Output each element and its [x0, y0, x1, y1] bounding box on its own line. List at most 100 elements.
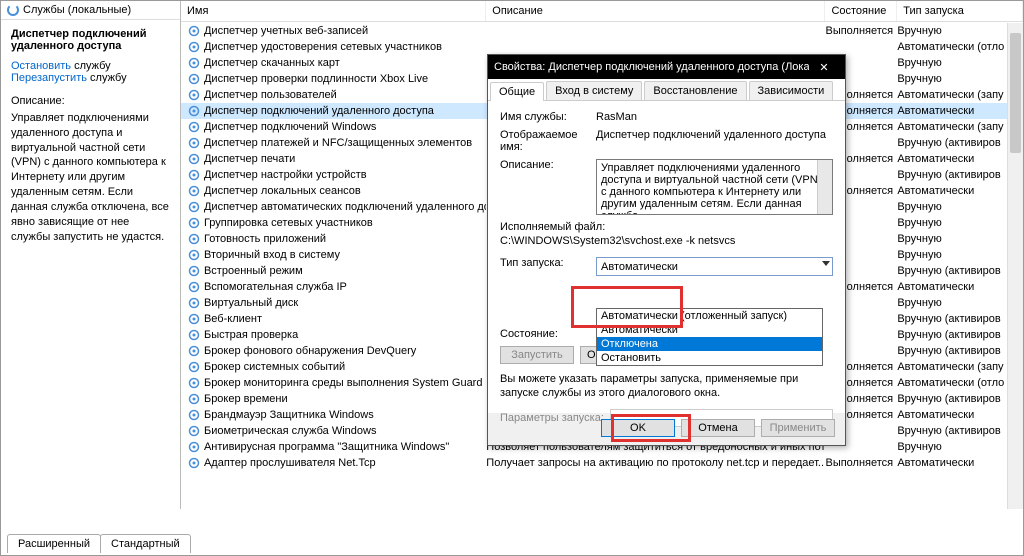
cell-name: Брокер времени [204, 393, 486, 405]
cell-desc: Получает запросы на активацию по протоко… [486, 457, 825, 469]
ok-button[interactable]: OK [601, 419, 675, 437]
cell-startup: Вручную (активиров [897, 425, 1023, 437]
lbl-params: Параметры запуска: [500, 412, 610, 424]
gear-icon [187, 264, 201, 278]
bottom-tabs: Расширенный Стандартный [7, 534, 190, 553]
cell-startup: Автоматически [897, 185, 1023, 197]
gear-icon [187, 248, 201, 262]
cell-startup: Автоматически (отло [897, 377, 1023, 389]
dialog-title-text: Свойства: Диспетчер подключений удаленно… [494, 61, 809, 73]
val-dispname: Диспетчер подключений удаленного доступа [596, 129, 833, 141]
gear-icon [187, 280, 201, 294]
col-state[interactable]: Состояние [825, 1, 897, 21]
cell-name: Брокер мониторинга среды выполнения Syst… [204, 377, 486, 389]
table-row[interactable]: Диспетчер удостоверения сетевых участник… [181, 39, 1023, 55]
col-name[interactable]: Имя [181, 1, 486, 21]
cell-startup: Вручную [897, 217, 1023, 229]
dlg-tab-general[interactable]: Общие [490, 82, 544, 101]
gear-icon [187, 328, 201, 342]
cell-name: Группировка сетевых участников [204, 217, 486, 229]
cell-name: Брокер фонового обнаружения DevQuery [204, 345, 486, 357]
gear-icon [187, 56, 201, 70]
left-pane-header: Службы (локальные) [1, 1, 180, 20]
cell-state: Выполняется [825, 457, 897, 469]
opt-auto[interactable]: Автоматически [597, 323, 822, 337]
dlg-tab-deps[interactable]: Зависимости [749, 81, 834, 100]
cell-startup: Автоматически [897, 409, 1023, 421]
stop-link[interactable]: Остановить [11, 60, 71, 72]
cancel-button[interactable]: Отмена [681, 419, 755, 437]
apply-button[interactable]: Применить [761, 419, 835, 437]
gear-icon [187, 424, 201, 438]
start-button[interactable]: Запустить [500, 346, 574, 364]
dialog-titlebar[interactable]: Свойства: Диспетчер подключений удаленно… [488, 55, 845, 79]
cell-startup: Вручную [897, 25, 1023, 37]
desc-scrollbar[interactable] [817, 160, 832, 214]
cell-name: Готовность приложений [204, 233, 486, 245]
gear-icon [187, 168, 201, 182]
cell-name: Диспетчер пользователей [204, 89, 486, 101]
gear-icon [187, 104, 201, 118]
lbl-dispname: Отображаемое имя: [500, 129, 596, 153]
gear-icon [187, 296, 201, 310]
cell-name: Диспетчер локальных сеансов [204, 185, 486, 197]
desc-box[interactable]: Управляет подключениями удаленного досту… [596, 159, 833, 215]
dlg-tab-logon[interactable]: Вход в систему [546, 81, 642, 100]
table-row[interactable]: Адаптер прослушивателя Net.TcpПолучает з… [181, 455, 1023, 471]
cell-startup: Вручную (активиров [897, 345, 1023, 357]
cell-startup: Автоматически (отло [897, 41, 1023, 53]
cell-startup: Вручную (активиров [897, 265, 1023, 277]
gear-icon [187, 232, 201, 246]
cell-startup: Автоматически [897, 281, 1023, 293]
cell-startup: Вручную [897, 233, 1023, 245]
lbl-exe: Исполняемый файл: [500, 221, 605, 233]
cell-name: Диспетчер удостоверения сетевых участник… [204, 41, 486, 53]
gear-icon [187, 392, 201, 406]
cell-name: Быстрая проверка [204, 329, 486, 341]
cell-startup: Автоматически (запу [897, 121, 1023, 133]
cell-startup: Автоматически [897, 105, 1023, 117]
opt-stop[interactable]: Остановить [597, 351, 822, 365]
col-desc[interactable]: Описание [486, 1, 825, 21]
cell-startup: Вручную [897, 73, 1023, 85]
scrollbar[interactable] [1007, 23, 1023, 509]
tab-extended[interactable]: Расширенный [7, 534, 101, 553]
gear-icon [187, 408, 201, 422]
startup-dropdown[interactable]: Автоматически (отложенный запуск) Автома… [596, 308, 823, 366]
startup-select[interactable]: Автоматически [596, 257, 833, 276]
column-headers: Имя Описание Состояние Тип запуска [181, 1, 1023, 22]
opt-disabled[interactable]: Отключена [597, 337, 822, 351]
gear-icon [187, 184, 201, 198]
lbl-startup: Тип запуска: [500, 257, 596, 269]
val-svcname: RasMan [596, 111, 833, 123]
cell-name: Диспетчер проверки подлинности Xbox Live [204, 73, 486, 85]
scrollbar-thumb[interactable] [1010, 33, 1021, 153]
opt-delayed[interactable]: Автоматически (отложенный запуск) [597, 309, 822, 323]
desc-text: Управляет подключениями удаленного досту… [11, 111, 170, 245]
cell-startup: Автоматически [897, 153, 1023, 165]
gear-icon [187, 136, 201, 150]
cell-name: Веб-клиент [204, 313, 486, 325]
cell-startup: Вручную (активиров [897, 137, 1023, 149]
cell-name: Диспетчер печати [204, 153, 486, 165]
col-startup[interactable]: Тип запуска [897, 1, 1023, 21]
cell-name: Вспомогательная служба IP [204, 281, 486, 293]
chevron-down-icon [822, 261, 830, 266]
close-icon[interactable]: ✕ [809, 61, 839, 74]
cell-startup: Вручную [897, 201, 1023, 213]
restart-link[interactable]: Перезапустить [11, 72, 87, 84]
cell-name: Вторичный вход в систему [204, 249, 486, 261]
cell-startup: Автоматически [897, 457, 1023, 469]
cell-name: Диспетчер подключений Windows [204, 121, 486, 133]
lbl-desc: Описание: [500, 159, 596, 171]
gear-icon [187, 312, 201, 326]
table-row[interactable]: Диспетчер учетных веб-записейВыполняется… [181, 23, 1023, 39]
tab-standard[interactable]: Стандартный [100, 534, 191, 553]
lbl-svcname: Имя службы: [500, 111, 596, 123]
cell-name: Виртуальный диск [204, 297, 486, 309]
dlg-tab-recovery[interactable]: Восстановление [644, 81, 746, 100]
cell-name: Диспетчер автоматических подключений уда… [204, 201, 486, 213]
gear-icon [187, 440, 201, 454]
gear-icon [187, 216, 201, 230]
gear-icon [187, 200, 201, 214]
